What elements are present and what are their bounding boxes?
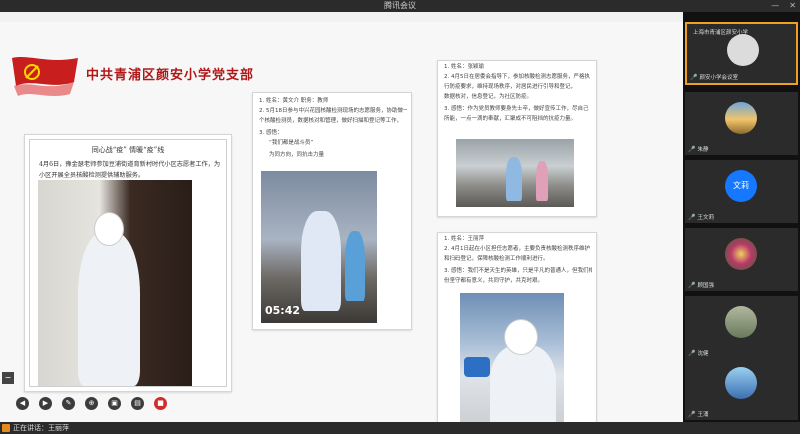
- card-line: 份坚守都有意义，共同守护，共克时艰。: [444, 278, 544, 284]
- card-line: 所能，一点一滴的奉献，汇聚成不可阻挡的抗疫力量。: [444, 116, 577, 122]
- card-line: 3. 感悟：作为党员教师要身先士卒，做好宣传工作，尽自己: [444, 106, 589, 112]
- participant-panel: 上海市青浦区颜安小学 🎤 颜安小学会议室 🎤 朱静 文莉 🎤 王文莉 🎤 顾国强…: [683, 12, 800, 422]
- mic-icon: 🎤: [688, 410, 696, 418]
- card-headline: 同心战“疫” 情暖“疫”线: [91, 146, 165, 154]
- avatar: [727, 34, 759, 66]
- card-line: 数据核对，信息登记，为社区防疫。: [444, 94, 533, 100]
- volunteer-photo: [456, 139, 574, 207]
- screen-icon[interactable]: ▤: [131, 396, 144, 410]
- card-line: “我们都是战斗员”: [269, 140, 314, 146]
- avatar: [725, 306, 757, 338]
- window-title: 腾讯会议: [384, 1, 416, 10]
- party-flag-icon: [12, 57, 78, 96]
- volunteer-card-1: 1. 姓名：黄文介 职务：教师 2. 5月18日参与中兴花园核酸检测现场的志愿服…: [252, 92, 412, 330]
- window-titlebar: 腾讯会议 — ✕: [0, 0, 800, 12]
- slide-org-title: 中共青浦区颜安小学党支部: [86, 68, 255, 83]
- slide-toolbar: ◀ ▶ ✎ ⊕ ▣ ▤ ■: [0, 384, 683, 422]
- mic-icon: 🎤: [688, 281, 696, 289]
- speaker-badge-icon: [2, 424, 10, 432]
- participant-label: 🎤 沈健: [688, 349, 709, 358]
- pen-icon[interactable]: ✎: [62, 396, 75, 410]
- ppt-slide: 中共青浦区颜安小学党支部 同心战“疫” 情暖“疫”线 4月6日，豫金瑟老师参加豆…: [0, 22, 683, 422]
- participant-tile[interactable]: 🎤 朱静: [685, 92, 798, 155]
- card-line: 1. 姓名：王丽萍: [444, 236, 484, 242]
- participant-tile[interactable]: 🎤 顾国强: [685, 228, 798, 291]
- mic-icon: 🎤: [690, 73, 698, 81]
- card-line: 1. 姓名：张颖瑜: [444, 64, 484, 70]
- card-line: 个核酸检测员，数据核对和管理，做好扫描和登记等工作，: [259, 118, 403, 124]
- participant-tile[interactable]: 文莉 🎤 王文莉: [685, 160, 798, 223]
- card-line: 3. 感悟：我们不是天生的英雄，只是平凡的普通人，但我们相信，每: [444, 268, 592, 274]
- card-line: 和扫码登记，保障核酸检测工作顺利进行。: [444, 256, 549, 262]
- card-line: 2. 4月5日在居委会指导下，参加核酸检测志愿服务，严格执: [444, 74, 590, 80]
- participant-label: 🎤 王文莉: [688, 213, 714, 222]
- next-slide-button[interactable]: ▶: [39, 396, 52, 410]
- card-line: 2. 5月18日参与中兴花园核酸检测现场的志愿服务，协助做一: [259, 108, 407, 114]
- participant-tile[interactable]: 🎤 王涌: [685, 357, 798, 420]
- participant-label: 🎤 顾国强: [688, 281, 714, 290]
- speaking-indicator: 正在讲话：王丽萍: [2, 422, 69, 434]
- avatar: [725, 238, 757, 270]
- camera-icon[interactable]: ▣: [108, 396, 121, 410]
- avatar: 文莉: [725, 170, 757, 202]
- mic-icon: 🎤: [688, 349, 696, 357]
- volunteer-photo: [38, 180, 192, 386]
- card-line: 1. 姓名：黄文介 职务：教师: [259, 98, 329, 104]
- shared-screen: 中共青浦区颜安小学党支部 同心战“疫” 情暖“疫”线 4月6日，豫金瑟老师参加豆…: [0, 12, 683, 422]
- card-line: 行防疫要求，维持现场秩序，对居民进行引导和登记，: [444, 84, 577, 90]
- zoom-icon[interactable]: ⊕: [85, 396, 98, 410]
- volunteer-card-2: 1. 姓名：张颖瑜 2. 4月5日在居委会指导下，参加核酸检测志愿服务，严格执 …: [437, 60, 597, 217]
- prev-slide-button[interactable]: ◀: [16, 396, 29, 410]
- card-line: 2. 4月1日起在小区担任志愿者，主要负责核酸检测秩序维护: [444, 246, 590, 252]
- status-bar: 正在讲话：王丽萍: [0, 422, 800, 434]
- photo-timestamp: 05:42: [265, 304, 301, 317]
- card-line: 为同方向，同抗击力量: [269, 152, 325, 158]
- avatar: [725, 102, 757, 134]
- mic-icon: 🎤: [688, 145, 696, 153]
- mic-icon: 🎤: [688, 213, 696, 221]
- avatar: [725, 367, 757, 399]
- participant-label: 🎤 颜安小学会议室: [690, 73, 738, 82]
- minimize-icon[interactable]: —: [771, 0, 779, 12]
- participant-label: 🎤 王涌: [688, 410, 709, 419]
- collapse-button[interactable]: −: [2, 372, 14, 384]
- close-icon[interactable]: ✕: [789, 0, 796, 12]
- participant-tile[interactable]: 上海市青浦区颜安小学 🎤 颜安小学会议室: [685, 22, 798, 85]
- card-line: 3. 感悟：: [259, 130, 283, 136]
- window-controls: — ✕: [771, 0, 796, 12]
- participant-label: 🎤 朱静: [688, 145, 709, 154]
- card-paragraph: 4月6日，豫金瑟老师参加豆浦街道育新村时代小区志愿者工作，为小区开展全员核酸检测…: [39, 161, 221, 179]
- volunteer-photo: 05:42: [261, 171, 377, 323]
- participant-tile[interactable]: 🎤 沈健: [685, 296, 798, 359]
- stop-share-button[interactable]: ■: [154, 396, 167, 410]
